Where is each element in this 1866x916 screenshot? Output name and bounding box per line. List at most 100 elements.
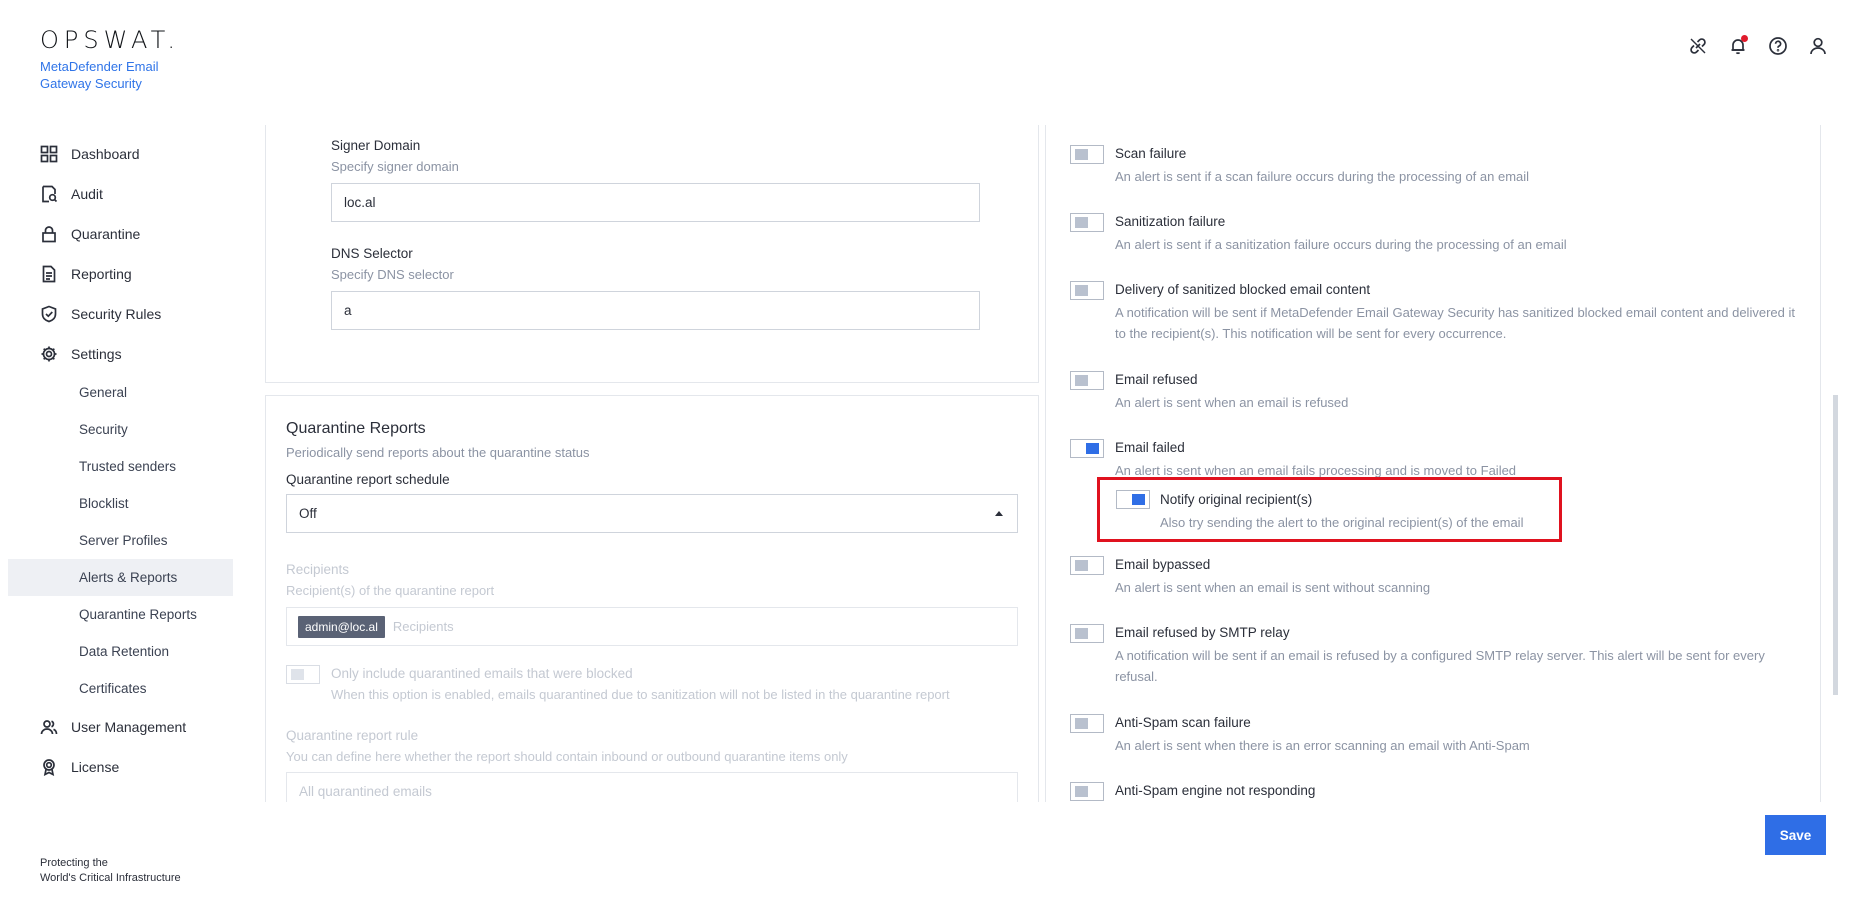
- sidebar-subitem-alerts-reports[interactable]: Alerts & Reports: [8, 559, 233, 596]
- product-name: MetaDefender Email Gateway Security: [40, 59, 159, 91]
- alert-title: Email failed: [1115, 440, 1185, 455]
- sidebar-item-label: Quarantine: [71, 226, 141, 242]
- sidebar-item-label: Reporting: [71, 266, 132, 282]
- alerts-panel: Scan failure An alert is sent if a scan …: [1045, 125, 1821, 802]
- brand: OPSWAT. MetaDefender Email Gateway Secur…: [40, 28, 200, 92]
- alert-desc: An alert is sent if a sanitization failu…: [1115, 237, 1567, 252]
- audit-icon: [42, 185, 58, 203]
- alert-toggle[interactable]: [1070, 439, 1104, 458]
- signer-domain-input[interactable]: loc.al: [331, 183, 980, 222]
- gear-icon: [41, 346, 57, 362]
- sidebar-item-label: Audit: [71, 186, 103, 202]
- help-icon[interactable]: [1768, 36, 1788, 56]
- signer-domain-hint: Specify signer domain: [331, 159, 459, 174]
- footer-line-2: World's Critical Infrastructure: [40, 872, 181, 884]
- sub-alert-desc: Also try sending the alert to the origin…: [1160, 515, 1524, 530]
- alert-toggle[interactable]: [1070, 782, 1104, 801]
- alert-title: Email refused: [1115, 372, 1198, 387]
- sub-alert-title: Notify original recipient(s): [1160, 492, 1313, 507]
- dns-selector-hint: Specify DNS selector: [331, 267, 454, 282]
- alert-title: Email refused by SMTP relay: [1115, 625, 1290, 640]
- document-icon: [42, 265, 56, 283]
- section-title: Quarantine Reports: [286, 420, 426, 437]
- alert-title: Anti-Spam engine not responding: [1115, 783, 1316, 798]
- sidebar-subitem-server-profiles[interactable]: Server Profiles: [8, 522, 233, 559]
- sidebar-subitem-trusted-senders[interactable]: Trusted senders: [8, 448, 233, 485]
- alert-toggle[interactable]: [1070, 556, 1104, 575]
- bell-icon[interactable]: [1728, 35, 1748, 56]
- sidebar-item-license[interactable]: License: [0, 747, 240, 787]
- sidebar-item-security-rules[interactable]: Security Rules: [0, 294, 240, 334]
- user-icon[interactable]: [1808, 36, 1828, 56]
- lock-icon: [42, 226, 56, 243]
- sidebar-item-label: Settings: [71, 346, 122, 362]
- alert-toggle[interactable]: [1070, 624, 1104, 643]
- sidebar-subitem-certificates[interactable]: Certificates: [8, 670, 233, 707]
- alert-desc: An alert is sent when there is an error …: [1115, 738, 1530, 753]
- notify-original-recipients-option: Notify original recipient(s) Also try se…: [1097, 477, 1562, 542]
- alert-toggle[interactable]: [1070, 213, 1104, 232]
- sidebar-item-audit[interactable]: Audit: [0, 174, 240, 214]
- alert-desc: A notification will be sent if an email …: [1115, 648, 1765, 684]
- sidebar-item-settings[interactable]: Settings: [0, 334, 240, 374]
- award-icon: [43, 759, 55, 776]
- sidebar-item-quarantine[interactable]: Quarantine: [0, 214, 240, 254]
- rule-select[interactable]: All quarantined emails: [286, 772, 1018, 802]
- rule-hint: You can define here whether the report s…: [286, 749, 848, 764]
- notify-original-recipients-toggle[interactable]: [1116, 490, 1150, 509]
- alert-desc: An alert is sent when an email is sent w…: [1115, 580, 1431, 595]
- shield-icon: [41, 305, 57, 323]
- alerts-scrollbar[interactable]: [1833, 125, 1839, 802]
- recipients-input[interactable]: admin@loc.al Recipients: [286, 607, 1018, 646]
- only-blocked-toggle[interactable]: [286, 665, 320, 684]
- sidebar-item-user-management[interactable]: User Management: [0, 707, 240, 747]
- dns-selector-input[interactable]: a: [331, 291, 980, 330]
- recipient-chip: admin@loc.al: [298, 615, 385, 638]
- sidebar-item-label: User Management: [71, 719, 187, 735]
- rule-value: All quarantined emails: [299, 784, 432, 799]
- scrollbar-thumb[interactable]: [1833, 395, 1838, 695]
- schedule-label: Quarantine report schedule: [286, 472, 450, 487]
- sidebar-subitem-security[interactable]: Security: [8, 411, 233, 448]
- alert-toggle[interactable]: [1070, 281, 1104, 300]
- users-icon: [40, 720, 58, 735]
- alert-desc: A notification will be sent if MetaDefen…: [1115, 305, 1795, 341]
- footer-line-1: Protecting the: [40, 857, 108, 869]
- alert-title: Delivery of sanitized blocked email cont…: [1115, 282, 1371, 297]
- sidebar-item-reporting[interactable]: Reporting: [0, 254, 240, 294]
- recipients-hint: Recipient(s) of the quarantine report: [286, 583, 495, 598]
- rule-label: Quarantine report rule: [286, 728, 419, 743]
- section-subtitle: Periodically send reports about the quar…: [286, 445, 590, 460]
- sidebar-item-label: Security Rules: [71, 306, 162, 322]
- save-button[interactable]: Save: [1765, 815, 1826, 855]
- recipients-placeholder: Recipients: [392, 619, 454, 634]
- sidebar-item-dashboard[interactable]: Dashboard: [0, 134, 240, 174]
- sidebar-item-label: License: [71, 759, 120, 775]
- sidebar-item-label: Dashboard: [71, 146, 140, 162]
- sidebar-subitem-blocklist[interactable]: Blocklist: [8, 485, 233, 522]
- alert-desc: An alert is sent when an email is refuse…: [1115, 395, 1349, 410]
- alert-toggle[interactable]: [1070, 145, 1104, 164]
- schedule-select[interactable]: Off: [286, 494, 1018, 533]
- sidebar-subitem-data-retention[interactable]: Data Retention: [8, 633, 233, 670]
- footer-tagline: Protecting the World's Critical Infrastr…: [40, 856, 181, 886]
- sidebar: Dashboard Audit Quarantine Reporting Sec…: [0, 134, 240, 787]
- quarantine-reports-card: Quarantine Reports Periodically send rep…: [265, 395, 1039, 802]
- schedule-value: Off: [299, 506, 317, 521]
- sidebar-subitem-general[interactable]: General: [8, 374, 233, 411]
- signer-domain-label: Signer Domain: [331, 138, 421, 153]
- alert-desc: An alert is sent if a scan failure occur…: [1115, 169, 1530, 184]
- recipients-label: Recipients: [286, 562, 350, 577]
- dkim-card: Signer Domain Specify signer domain loc.…: [265, 125, 1039, 383]
- sidebar-subitem-quarantine-reports[interactable]: Quarantine Reports: [8, 596, 233, 633]
- alert-toggle[interactable]: [1070, 371, 1104, 390]
- dns-selector-label: DNS Selector: [331, 246, 413, 261]
- only-blocked-label: Only include quarantined emails that wer…: [331, 666, 633, 681]
- dashboard-icon: [40, 145, 58, 163]
- header-actions: [1688, 35, 1828, 56]
- alert-toggle[interactable]: [1070, 714, 1104, 733]
- link-icon[interactable]: [1688, 36, 1708, 56]
- alert-title: Scan failure: [1115, 146, 1187, 161]
- only-blocked-desc: When this option is enabled, emails quar…: [331, 687, 950, 702]
- caret-up-icon: [995, 511, 1003, 516]
